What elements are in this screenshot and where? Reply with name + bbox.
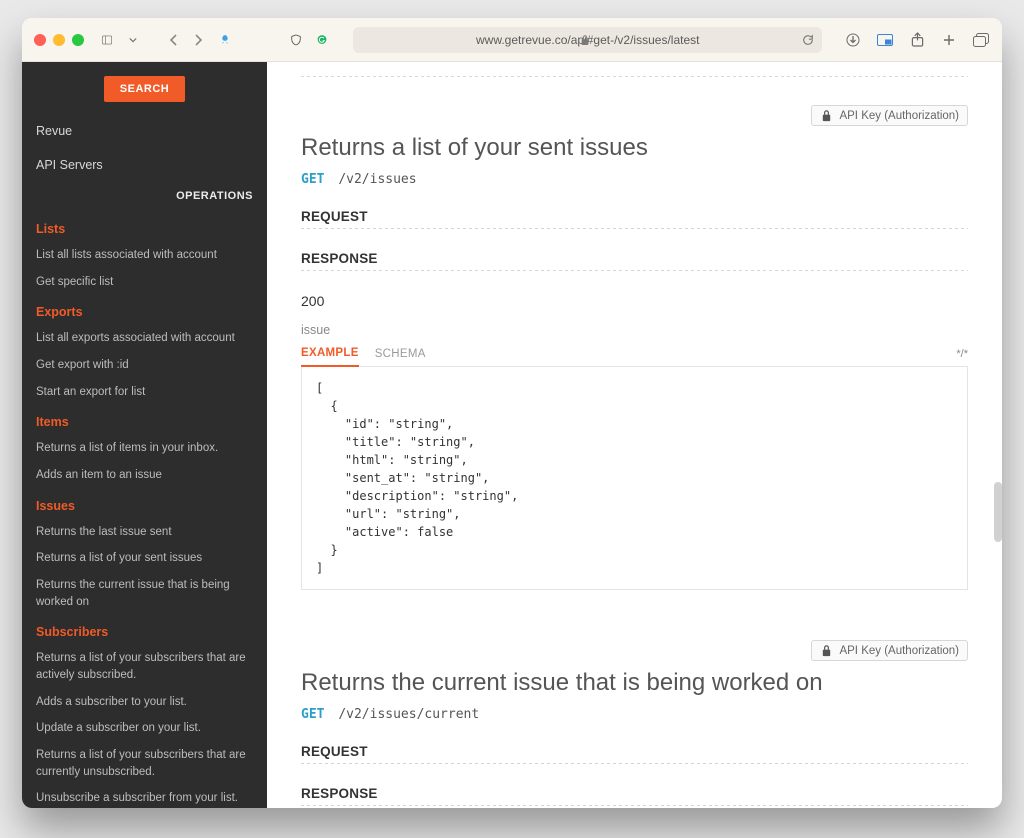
- tabs-overview-icon[interactable]: [972, 31, 990, 49]
- status-code: 200: [301, 293, 968, 309]
- http-verb: GET: [301, 172, 324, 187]
- sidebar-group-lists[interactable]: Lists: [22, 212, 267, 242]
- sidebar-operation[interactable]: Returns the last issue sent: [22, 519, 267, 546]
- sidebar-operation[interactable]: Returns a list of your subscribers that …: [22, 645, 267, 688]
- nav-back-icon[interactable]: [164, 31, 182, 49]
- apikey-badge[interactable]: API Key (Authorization): [811, 640, 968, 661]
- divider: [301, 76, 968, 77]
- sidebar-operation[interactable]: List all lists associated with account: [22, 242, 267, 269]
- divider: [301, 228, 968, 229]
- model-label: issue: [301, 323, 968, 337]
- sidebar-operation[interactable]: Start an export for list: [22, 379, 267, 406]
- sidebar-operation[interactable]: Returns a list of your sent issues: [22, 545, 267, 572]
- sidebar-operation[interactable]: Returns the current issue that is being …: [22, 572, 267, 615]
- sidebar-toggle-icon[interactable]: [98, 31, 116, 49]
- endpoint-section: API Key (Authorization) Returns a list o…: [301, 105, 968, 590]
- method-path: GET /v2/issues/current: [301, 707, 968, 722]
- endpoint-title: Returns a list of your sent issues: [301, 134, 968, 162]
- example-code[interactable]: [ { "id": "string", "title": "string", "…: [301, 367, 968, 590]
- divider: [301, 763, 968, 764]
- divider: [301, 805, 968, 806]
- shield-icon[interactable]: [287, 31, 305, 49]
- apikey-label: API Key (Authorization): [839, 645, 959, 657]
- nav-forward-icon[interactable]: [190, 31, 208, 49]
- response-heading: RESPONSE: [301, 786, 968, 801]
- window-controls: [34, 34, 84, 46]
- sidebar-operation[interactable]: Adds a subscriber to your list.: [22, 689, 267, 716]
- sidebar-operation[interactable]: Get export with :id: [22, 352, 267, 379]
- request-heading: REQUEST: [301, 209, 968, 224]
- search-button[interactable]: SEARCH: [104, 76, 185, 102]
- operations-heading: OPERATIONS: [22, 182, 267, 212]
- tab-schema[interactable]: SCHEMA: [375, 342, 426, 366]
- response-heading: RESPONSE: [301, 251, 968, 266]
- sidebar-group-items[interactable]: Items: [22, 405, 267, 435]
- http-path: /v2/issues: [338, 172, 416, 187]
- tab-example[interactable]: EXAMPLE: [301, 341, 359, 367]
- sidebar-operation[interactable]: Get specific list: [22, 269, 267, 296]
- endpoint-section: API Key (Authorization) Returns the curr…: [301, 640, 968, 808]
- method-path: GET /v2/issues: [301, 172, 968, 187]
- mime-type: */*: [956, 348, 968, 366]
- api-sidebar: SEARCH Revue API Servers OPERATIONS List…: [22, 62, 267, 808]
- browser-window: www.getrevue.co/api#get-/v2/issues/lates…: [22, 18, 1002, 808]
- sidebar-group-issues[interactable]: Issues: [22, 489, 267, 519]
- browser-toolbar: www.getrevue.co/api#get-/v2/issues/lates…: [22, 18, 1002, 62]
- http-verb: GET: [301, 707, 324, 722]
- apikey-label: API Key (Authorization): [839, 110, 959, 122]
- divider: [301, 270, 968, 271]
- sidebar-operation[interactable]: List all exports associated with account: [22, 325, 267, 352]
- app-body: SEARCH Revue API Servers OPERATIONS List…: [22, 62, 1002, 808]
- api-content[interactable]: API Key (Authorization) Returns a list o…: [267, 62, 1002, 808]
- grammarly-icon[interactable]: [313, 31, 331, 49]
- downloads-icon[interactable]: [844, 31, 862, 49]
- sidebar-operation[interactable]: Adds an item to an issue: [22, 462, 267, 489]
- fullscreen-window-button[interactable]: [72, 34, 84, 46]
- chevron-down-icon[interactable]: [124, 31, 142, 49]
- pip-icon[interactable]: [876, 31, 894, 49]
- sidebar-link-api-servers[interactable]: API Servers: [22, 148, 267, 182]
- close-window-button[interactable]: [34, 34, 46, 46]
- scrollbar-thumb[interactable]: [994, 482, 1002, 542]
- reload-icon[interactable]: [802, 34, 814, 46]
- sidebar-operation[interactable]: Update a subscriber on your list.: [22, 715, 267, 742]
- response-tabs: EXAMPLE SCHEMA */*: [301, 341, 968, 367]
- sidebar-operation[interactable]: Returns a list of items in your inbox.: [22, 435, 267, 462]
- sidebar-group-subscribers[interactable]: Subscribers: [22, 615, 267, 645]
- apikey-badge[interactable]: API Key (Authorization): [811, 105, 968, 126]
- new-tab-icon[interactable]: [940, 31, 958, 49]
- address-bar[interactable]: www.getrevue.co/api#get-/v2/issues/lates…: [353, 27, 822, 53]
- endpoint-title: Returns the current issue that is being …: [301, 669, 968, 697]
- sidebar-operation[interactable]: Returns a list of your subscribers that …: [22, 742, 267, 785]
- sidebar-operation[interactable]: Unsubscribe a subscriber from your list.: [22, 785, 267, 808]
- extension-rocket-icon[interactable]: [216, 31, 234, 49]
- sidebar-group-exports[interactable]: Exports: [22, 295, 267, 325]
- share-icon[interactable]: [908, 31, 926, 49]
- request-heading: REQUEST: [301, 744, 968, 759]
- sidebar-link-revue[interactable]: Revue: [22, 114, 267, 148]
- minimize-window-button[interactable]: [53, 34, 65, 46]
- http-path: /v2/issues/current: [338, 707, 479, 722]
